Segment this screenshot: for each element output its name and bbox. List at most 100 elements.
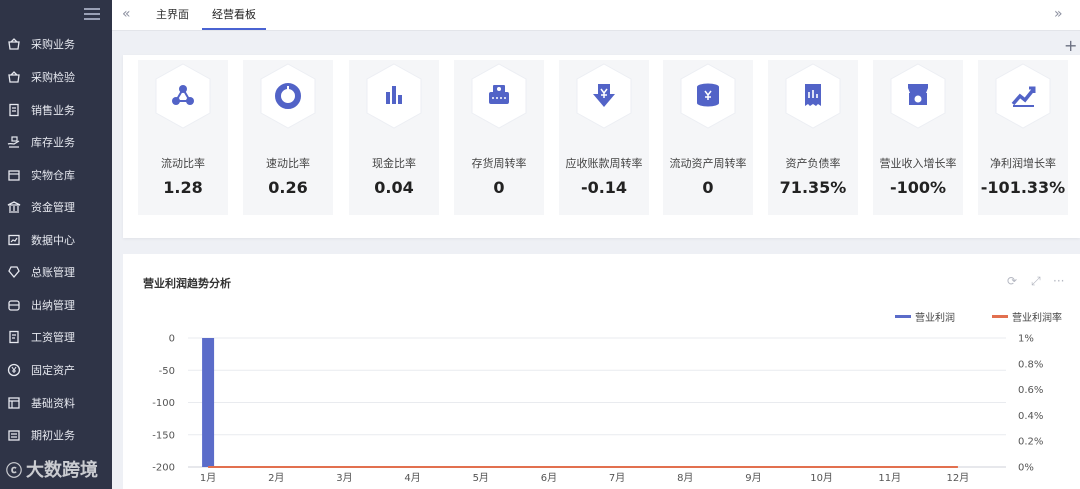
tab-main[interactable]: 主界面 bbox=[146, 0, 199, 30]
kpi-label: 应收账款周转率 bbox=[565, 157, 643, 170]
sidebar-item-label: 工资管理 bbox=[31, 331, 75, 344]
kpi-panel: 流动比率 1.28 速动比率 0.26 现金比率 0.04 存货周转率 0 应收账款周转率 -0.… bbox=[123, 55, 1080, 238]
y-right-tick-label: 1% bbox=[1018, 334, 1034, 345]
document-icon bbox=[7, 103, 21, 117]
kpi-value: 0.26 bbox=[268, 178, 308, 197]
data-icon bbox=[7, 233, 21, 247]
y-left-tick-label: -150 bbox=[152, 430, 175, 441]
kpi-label: 流动比率 bbox=[161, 157, 205, 170]
watermark: ⓒ 大数跨境 bbox=[6, 456, 98, 482]
watermark-text: 大数跨境 bbox=[26, 460, 99, 481]
kpi-card: 速动比率 0.26 bbox=[243, 60, 333, 215]
sidebar-item[interactable]: 销售业务 bbox=[0, 95, 112, 125]
y-right-tick-label: 0.2% bbox=[1018, 437, 1043, 448]
add-tab-button[interactable]: + bbox=[1064, 36, 1077, 55]
x-tick-label: 4月 bbox=[404, 472, 420, 484]
kpi-label: 资产负债率 bbox=[785, 157, 841, 170]
x-tick-label: 12月 bbox=[947, 472, 970, 484]
sidebar-item-label: 库存业务 bbox=[31, 136, 75, 149]
x-tick-label: 10月 bbox=[810, 472, 833, 484]
y-left-tick-label: 0 bbox=[169, 334, 175, 345]
store-icon bbox=[888, 62, 948, 130]
grid-doc-icon bbox=[7, 396, 21, 410]
x-tick-label: 6月 bbox=[541, 472, 557, 484]
kpi-label: 现金比率 bbox=[372, 157, 416, 170]
kpi-card: 应收账款周转率 -0.14 bbox=[559, 60, 649, 215]
legend-label: 营业利润 bbox=[915, 313, 955, 324]
kpi-value: -101.33% bbox=[980, 178, 1066, 197]
kpi-label: 净利润增长率 bbox=[990, 157, 1056, 170]
legend-swatch bbox=[992, 315, 1008, 318]
x-tick-label: 5月 bbox=[473, 472, 489, 484]
sidebar-item-label: 出纳管理 bbox=[31, 299, 75, 312]
sidebar-item[interactable]: 期初业务 bbox=[0, 420, 112, 450]
bank-icon bbox=[7, 200, 21, 214]
legend-swatch bbox=[895, 315, 911, 318]
basket-icon bbox=[7, 37, 21, 51]
tabs-next-icon[interactable]: » bbox=[1054, 6, 1063, 22]
kpi-label: 速动比率 bbox=[266, 157, 310, 170]
sidebar-item[interactable]: 固定资产 bbox=[0, 355, 112, 385]
cash-register-icon bbox=[469, 62, 529, 130]
kpi-label: 营业收入增长率 bbox=[879, 157, 957, 170]
legend-label: 营业利润率 bbox=[1012, 313, 1062, 324]
sidebar-item[interactable]: 数据中心 bbox=[0, 225, 112, 255]
sidebar-item[interactable]: 实物仓库 bbox=[0, 160, 112, 190]
y-left-tick-label: -50 bbox=[159, 366, 175, 377]
kpi-value: -100% bbox=[889, 178, 947, 197]
yen-down-arrow-icon bbox=[574, 62, 634, 130]
warehouse-hand-icon bbox=[7, 135, 21, 149]
kpi-value: 0.04 bbox=[374, 178, 414, 197]
yen-coin-stack-icon bbox=[678, 62, 738, 130]
sidebar-item[interactable]: 工资管理 bbox=[0, 322, 112, 352]
kpi-value: 0 bbox=[493, 178, 505, 197]
basket-check-icon bbox=[7, 70, 21, 84]
donut-icon bbox=[258, 62, 318, 130]
kpi-value: 71.35% bbox=[779, 178, 847, 197]
sidebar-item[interactable]: 基础资料 bbox=[0, 388, 112, 418]
x-tick-label: 3月 bbox=[336, 472, 352, 484]
sidebar-item[interactable]: 出纳管理 bbox=[0, 290, 112, 320]
sidebar-item-label: 采购业务 bbox=[31, 38, 75, 51]
profit-trend-panel: 0 -50 -100 -150 -200 1% 0.8% 0.6% 0.4% 0.2% 0% 1月 2月… bbox=[123, 254, 1080, 489]
x-tick-label: 2月 bbox=[268, 472, 284, 484]
y-left-tick-label: -100 bbox=[152, 398, 175, 409]
share-nodes-icon bbox=[153, 62, 213, 130]
refresh-icon[interactable]: ⟳ bbox=[1007, 274, 1017, 288]
ledger-icon bbox=[7, 265, 21, 279]
box-icon bbox=[7, 168, 21, 182]
sidebar-item[interactable]: 采购检验 bbox=[0, 62, 112, 92]
y-right-tick-label: 0.8% bbox=[1018, 359, 1043, 370]
tabs-prev-icon[interactable]: « bbox=[122, 6, 131, 22]
expand-icon[interactable]: ⤢ bbox=[1031, 274, 1041, 289]
sidebar-item-label: 基础资料 bbox=[31, 397, 75, 410]
chart-title: 营业利润趋势分析 bbox=[143, 277, 231, 290]
tab-bar: « 主界面 经营看板 » bbox=[112, 0, 1080, 31]
logo-icon: ⓒ bbox=[6, 461, 23, 480]
kpi-card: 存货周转率 0 bbox=[454, 60, 544, 215]
profit-trend-chart: 0 -50 -100 -150 -200 1% 0.8% 0.6% 0.4% 0.2% 0% 1月 2月… bbox=[152, 334, 1043, 485]
yen-circle-icon bbox=[7, 363, 21, 377]
kpi-value: 0 bbox=[702, 178, 714, 197]
sidebar-item[interactable]: 采购业务 bbox=[0, 29, 112, 59]
cashier-icon bbox=[7, 298, 21, 312]
bar bbox=[202, 338, 215, 467]
x-tick-label: 11月 bbox=[878, 472, 901, 484]
legend-item-profit[interactable]: 营业利润 bbox=[895, 309, 955, 324]
legend-item-margin[interactable]: 营业利润率 bbox=[992, 309, 1062, 324]
x-tick-label: 7月 bbox=[609, 472, 625, 484]
sidebar-item[interactable]: 总账管理 bbox=[0, 257, 112, 287]
calendar-icon bbox=[7, 428, 21, 442]
more-icon[interactable]: ··· bbox=[1053, 274, 1064, 288]
menu-collapse-icon[interactable] bbox=[84, 8, 100, 22]
y-right-tick-label: 0% bbox=[1018, 463, 1034, 474]
bar-chart-icon bbox=[364, 62, 424, 130]
tab-dashboard[interactable]: 经营看板 bbox=[202, 0, 266, 30]
sidebar-item-label: 采购检验 bbox=[31, 71, 75, 84]
sidebar-item-label: 实物仓库 bbox=[31, 169, 75, 182]
receipt-icon bbox=[783, 62, 843, 130]
salary-icon bbox=[7, 330, 21, 344]
sidebar-item[interactable]: 资金管理 bbox=[0, 192, 112, 222]
sidebar-item[interactable]: 库存业务 bbox=[0, 127, 112, 157]
x-tick-label: 8月 bbox=[677, 472, 693, 484]
